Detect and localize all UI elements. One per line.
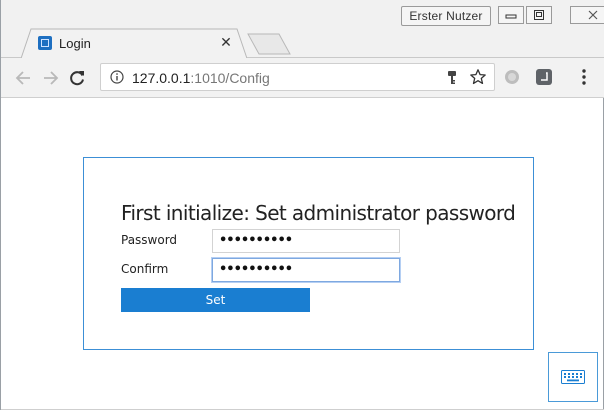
star-icon[interactable] <box>469 68 487 86</box>
tab-shape <box>21 28 247 59</box>
close-window-button[interactable] <box>570 6 604 24</box>
tab-title: Login <box>59 36 91 51</box>
tab-close-icon[interactable]: ✕ <box>219 34 233 50</box>
forward-icon[interactable] <box>40 68 60 88</box>
url-path: :1010/Config <box>190 70 270 86</box>
url-host: 127.0.0.1 <box>132 70 191 86</box>
url-text: 127.0.0.1:1010/Config <box>132 70 270 86</box>
browser-window: Erster Nutzer Login ✕ 127.0.0.1:1010/Con… <box>0 0 604 410</box>
setup-card: First initialize: Set administrator pass… <box>83 157 534 350</box>
extension-icon[interactable] <box>535 68 553 86</box>
new-tab-button[interactable] <box>247 33 291 55</box>
reload-icon[interactable] <box>67 68 87 88</box>
minimize-button[interactable] <box>498 6 524 24</box>
app-favicon-icon <box>38 36 52 50</box>
set-button[interactable]: Set <box>121 288 310 312</box>
browser-toolbar: 127.0.0.1:1010/Config <box>1 58 604 98</box>
title-bar: Erster Nutzer Login ✕ <box>1 0 604 59</box>
info-icon[interactable] <box>110 70 124 84</box>
window-controls <box>498 6 604 24</box>
password-label: Password <box>121 233 178 247</box>
maximize-button[interactable] <box>526 6 552 24</box>
maximize-icon <box>534 10 544 20</box>
confirm-label: Confirm <box>121 262 169 276</box>
password-field[interactable]: •••••••••• <box>212 229 400 253</box>
menu-icon[interactable] <box>579 68 589 86</box>
keyboard-button[interactable] <box>548 352 598 402</box>
key-icon[interactable] <box>446 70 458 86</box>
tab-login[interactable]: Login ✕ <box>21 28 247 59</box>
confirm-field[interactable]: •••••••••• <box>211 257 401 283</box>
keyboard-icon <box>561 370 585 384</box>
extension-icon[interactable] <box>503 68 521 86</box>
profile-button[interactable]: Erster Nutzer <box>401 6 491 26</box>
minimize-icon <box>505 14 517 19</box>
page-title: First initialize: Set administrator pass… <box>121 201 516 225</box>
close-icon <box>588 10 598 20</box>
address-bar[interactable]: 127.0.0.1:1010/Config <box>100 63 495 91</box>
back-icon[interactable] <box>14 68 34 88</box>
